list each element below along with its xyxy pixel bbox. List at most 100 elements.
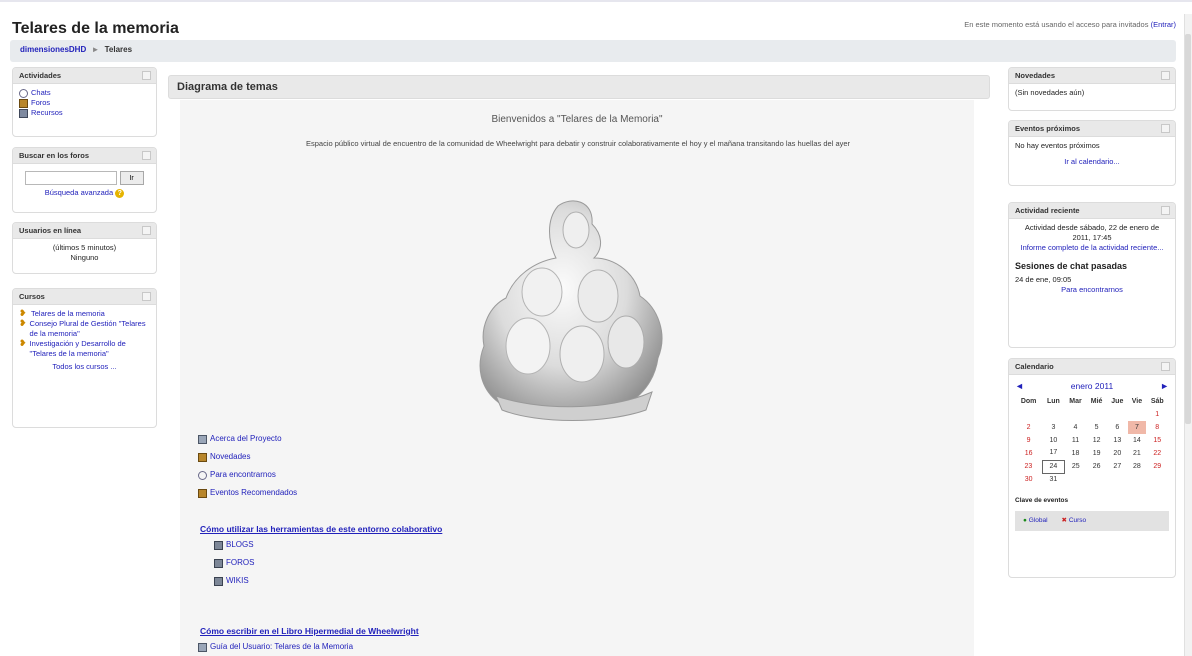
calendar-day: 9: [1026, 436, 1031, 444]
past-chat-link[interactable]: Para encontrarnos: [1061, 285, 1123, 294]
guide-link-label[interactable]: Guía del Usuario: Telares de la Memoria: [210, 638, 353, 656]
tool-link-label[interactable]: WIKIS: [226, 572, 249, 590]
topic-link[interactable]: Novedades: [198, 448, 297, 466]
calendar-day: 12: [1092, 436, 1101, 444]
sculpture-image: [479, 200, 663, 421]
event-key-title: Clave de eventos: [1015, 497, 1069, 504]
block-toggle-icon[interactable]: [1161, 124, 1170, 133]
guide-link[interactable]: Guía del Usuario: Telares de la Memoria: [198, 638, 353, 656]
topic-link-label[interactable]: Novedades: [210, 448, 250, 466]
topic-link-label[interactable]: Acerca del Proyecto: [210, 430, 282, 448]
activities-block-header: Actividades: [13, 68, 156, 84]
tool-link[interactable]: BLOGS: [214, 536, 254, 554]
page: Telares de la memoria En este momento es…: [0, 0, 1192, 656]
event-key-course[interactable]: ✖ Curso: [1062, 516, 1087, 526]
calendar-day: 22: [1153, 449, 1162, 457]
all-courses-link[interactable]: Todos los cursos ...: [52, 362, 116, 371]
calendar-empty-cell: [1128, 473, 1146, 486]
recent-activity-report-link[interactable]: Informe completo de la actividad recient…: [1021, 243, 1164, 252]
next-month-icon[interactable]: ►: [1160, 381, 1169, 391]
forum-icon: [19, 98, 28, 108]
scrollbar-thumb[interactable]: [1185, 34, 1191, 424]
upcoming-events-value: No hay eventos próximos: [1015, 141, 1100, 150]
calendar-day: 4: [1073, 423, 1078, 431]
vertical-scrollbar[interactable]: [1184, 14, 1192, 656]
block-toggle-icon[interactable]: [142, 226, 151, 235]
course-item[interactable]: ❥ Telares de la memoria: [19, 309, 150, 319]
courses-title: Cursos: [19, 292, 45, 301]
activity-item-chats[interactable]: Chats: [19, 88, 150, 98]
course-item[interactable]: ❥ Investigación y Desarrollo de "Telares…: [19, 339, 150, 359]
breadcrumb-home[interactable]: dimensionesDHD: [20, 45, 86, 54]
calendar-day: 18: [1071, 449, 1080, 457]
calendar-day: 29: [1153, 462, 1162, 470]
calendar-day: 8: [1155, 423, 1160, 431]
breadcrumb-separator-icon: ►: [91, 45, 100, 54]
activity-item-resources[interactable]: Recursos: [19, 108, 150, 118]
calendar-day: 6: [1115, 423, 1120, 431]
block-toggle-icon[interactable]: [1161, 71, 1170, 80]
welcome-heading: Bienvenidos a "Telares de la Memoria": [491, 114, 663, 125]
activity-label[interactable]: Recursos: [31, 108, 63, 118]
past-chat-date: 24 de ene, 09:05: [1015, 275, 1072, 284]
go-to-calendar-link[interactable]: Ir al calendario...: [1064, 157, 1119, 166]
login-link[interactable]: (Entrar): [1151, 20, 1176, 29]
calendar-day: 19: [1092, 449, 1101, 457]
calendar-day: 17: [1049, 449, 1058, 457]
calendar-day-header: Jue: [1111, 398, 1124, 405]
online-users-subtitle: (últimos 5 minutos): [52, 243, 117, 252]
course-label[interactable]: Telares de la memoria: [31, 309, 105, 319]
calendar-day: 23: [1024, 462, 1033, 470]
forum-search-title: Buscar en los foros: [19, 151, 90, 160]
course-label[interactable]: Investigación y Desarrollo de "Telares d…: [30, 339, 150, 359]
chat-icon: [19, 88, 28, 98]
activity-item-forums[interactable]: Foros: [19, 98, 150, 108]
calendar-day: 27: [1113, 462, 1122, 470]
calendar-day: 31: [1049, 475, 1058, 483]
calendar-day: 14: [1133, 436, 1141, 444]
course-label[interactable]: Consejo Plural de Gestión "Telares de la…: [30, 319, 150, 339]
forum-icon: [198, 452, 207, 462]
breadcrumb-current: Telares: [104, 45, 133, 54]
resource-icon: [19, 108, 28, 118]
topic-link[interactable]: Acerca del Proyecto: [198, 430, 297, 448]
calendar-day[interactable]: 7: [1127, 421, 1147, 434]
recent-activity-header: Actividad reciente: [1009, 203, 1175, 219]
activity-label[interactable]: Chats: [31, 88, 51, 98]
calendar-day-header: Vie: [1131, 398, 1143, 405]
activities-block: Actividades Chats Foros Recursos: [12, 67, 157, 137]
calendar-month-link[interactable]: enero 2011: [1071, 381, 1113, 391]
event-key-global[interactable]: ● Global: [1023, 516, 1048, 526]
block-toggle-icon[interactable]: [142, 151, 151, 160]
topic-link[interactable]: Eventos Recomendados: [198, 484, 297, 502]
course-item[interactable]: ❥ Consejo Plural de Gestión "Telares de …: [19, 319, 150, 339]
forum-search-input[interactable]: [25, 171, 118, 185]
topic-link-label[interactable]: Para encontrarnos: [210, 466, 276, 484]
tool-link[interactable]: WIKIS: [214, 572, 254, 590]
tool-link-label[interactable]: BLOGS: [226, 536, 254, 554]
tool-link[interactable]: FOROS: [214, 554, 254, 572]
previous-month-icon[interactable]: ◄: [1015, 381, 1024, 391]
help-icon[interactable]: ?: [115, 189, 125, 198]
book-section-link[interactable]: Cómo escribir en el Libro Hipermedial de…: [200, 626, 419, 636]
block-toggle-icon[interactable]: [142, 71, 151, 80]
course-icon: ❥: [19, 318, 27, 328]
forum-icon: [198, 488, 207, 498]
online-users-value: Ninguno: [70, 253, 99, 262]
forum-search-button[interactable]: Ir: [119, 171, 144, 185]
courses-block: Cursos ❥ Telares de la memoria ❥ Consejo…: [12, 288, 157, 428]
calendar-day: 15: [1153, 436, 1162, 444]
block-toggle-icon[interactable]: [1161, 362, 1170, 371]
calendar-day: 5: [1094, 423, 1099, 431]
block-toggle-icon[interactable]: [142, 292, 151, 301]
activity-label[interactable]: Foros: [31, 98, 50, 108]
topic-link-label[interactable]: Eventos Recomendados: [210, 484, 297, 502]
tool-link-label[interactable]: FOROS: [226, 554, 254, 572]
calendar-empty-cell: [1146, 473, 1168, 486]
advanced-search-link[interactable]: Búsqueda avanzada: [45, 188, 113, 197]
tools-section-link[interactable]: Cómo utilizar las herramientas de este e…: [200, 524, 442, 534]
topic-link[interactable]: Para encontrarnos: [198, 466, 297, 484]
book-icon: [214, 540, 223, 550]
block-toggle-icon[interactable]: [1161, 206, 1170, 215]
calendar-day: 2: [1026, 423, 1031, 431]
